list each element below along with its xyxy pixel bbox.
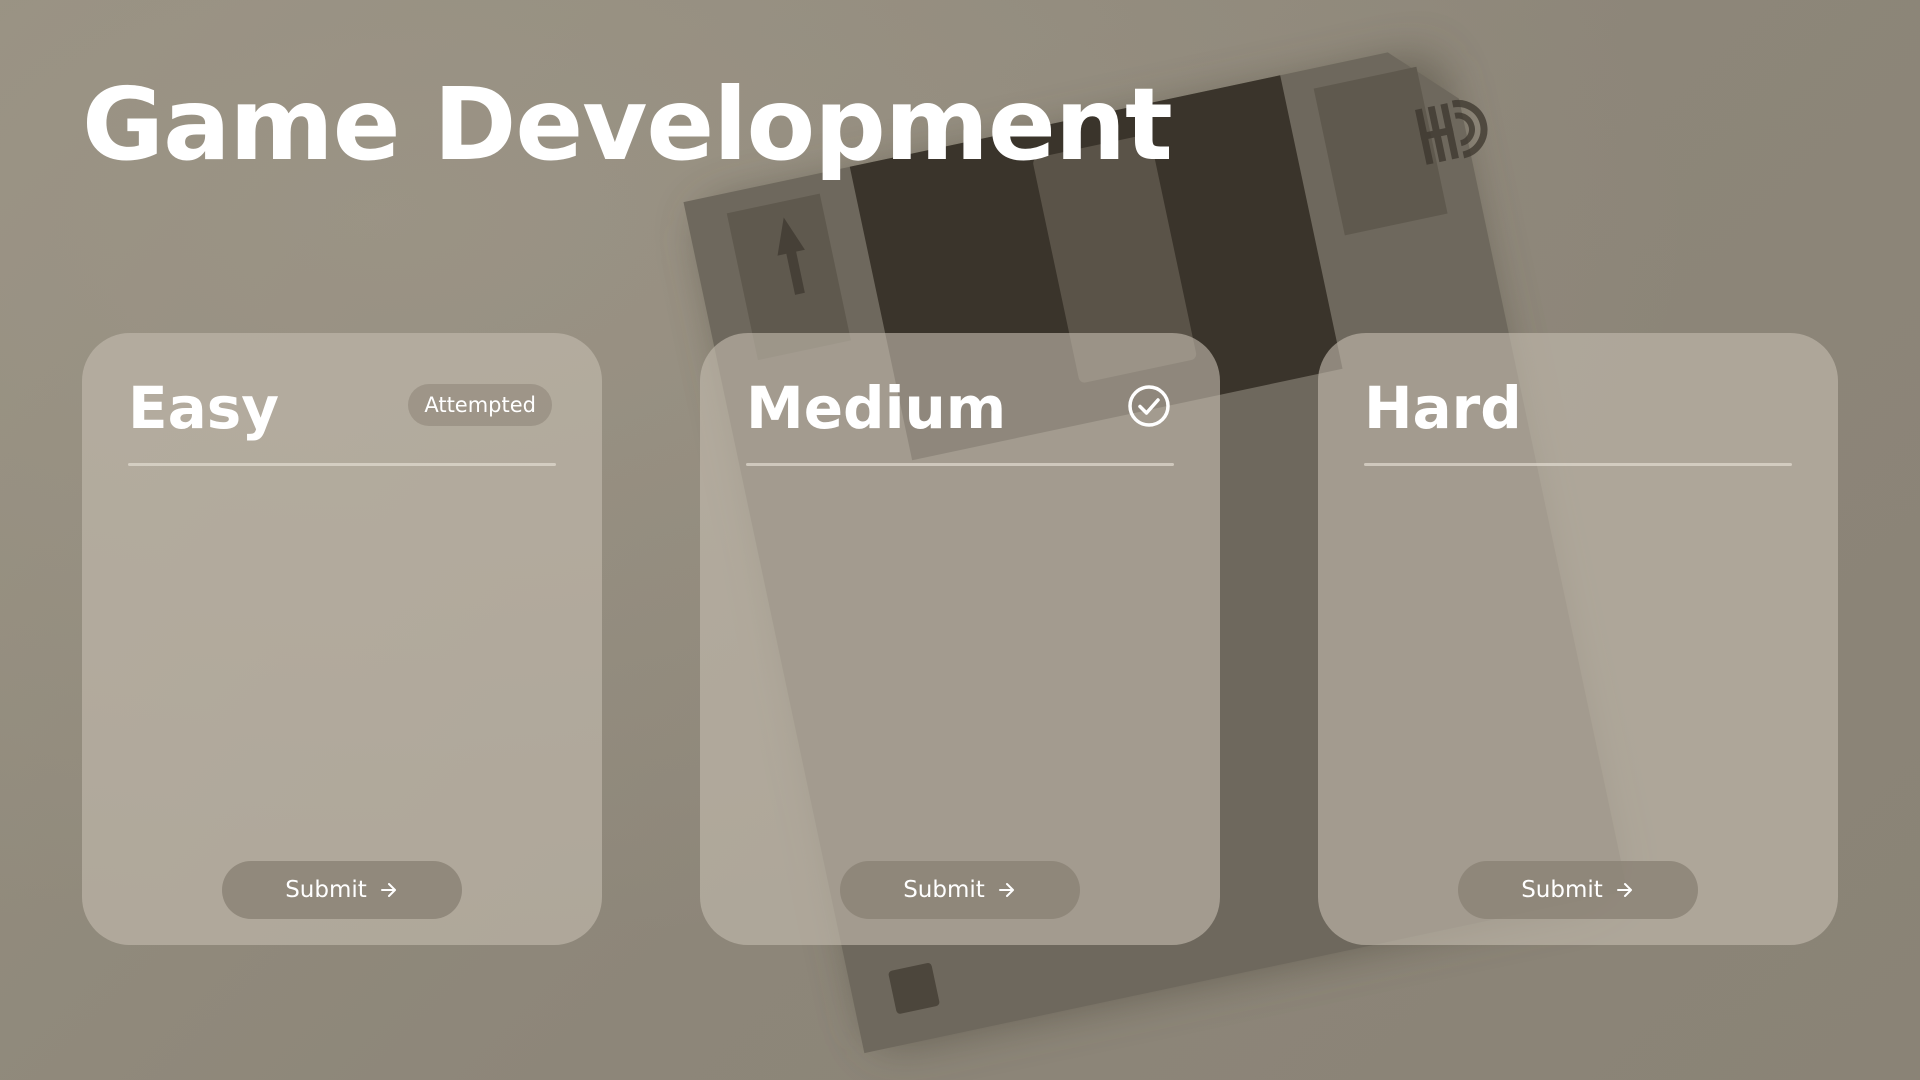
- card-divider: [746, 463, 1174, 466]
- submit-label: Submit: [903, 877, 985, 903]
- submit-button[interactable]: Submit: [222, 861, 462, 919]
- submit-button[interactable]: Submit: [840, 861, 1080, 919]
- check-circle-icon: [1128, 385, 1170, 427]
- page-title: Game Development: [82, 66, 1173, 183]
- card-divider: [1364, 463, 1792, 466]
- card-title: Hard: [1364, 374, 1522, 442]
- arrow-right-icon: [998, 883, 1014, 897]
- submit-label: Submit: [285, 877, 367, 903]
- arrow-right-icon: [1616, 883, 1632, 897]
- submit-label: Submit: [1521, 877, 1603, 903]
- difficulty-card-easy: Easy Attempted Submit: [82, 333, 602, 945]
- card-title: Medium: [746, 374, 1007, 442]
- difficulty-card-hard: Hard Submit: [1318, 333, 1838, 945]
- status-badge: Attempted: [408, 384, 552, 426]
- card-title: Easy: [128, 374, 280, 442]
- arrow-right-icon: [380, 883, 396, 897]
- submit-button[interactable]: Submit: [1458, 861, 1698, 919]
- difficulty-card-medium: Medium Submit: [700, 333, 1220, 945]
- card-divider: [128, 463, 556, 466]
